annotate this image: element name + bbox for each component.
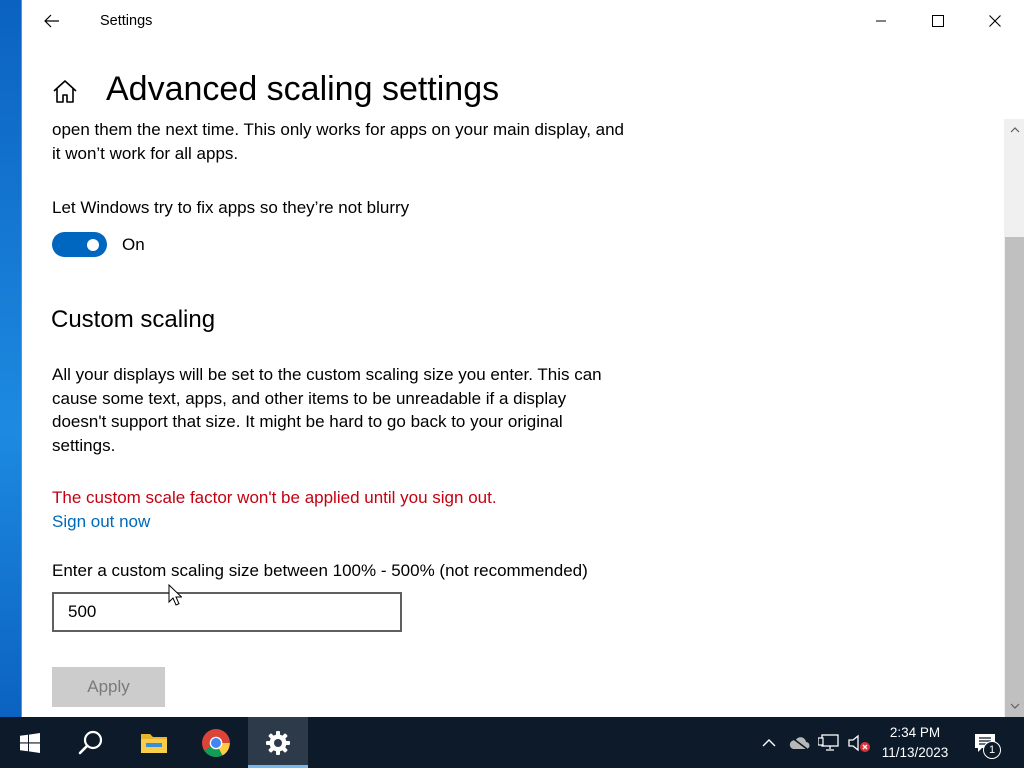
- sign-out-link[interactable]: Sign out now: [52, 512, 150, 532]
- desktop-background: [0, 0, 21, 717]
- maximize-button[interactable]: [915, 0, 961, 42]
- chrome-icon: [202, 728, 230, 757]
- folder-icon: [141, 733, 167, 753]
- chevron-down-icon: [1010, 703, 1019, 709]
- title-bar: Settings: [22, 0, 1024, 42]
- blurry-fix-toggle[interactable]: [52, 232, 107, 257]
- back-button[interactable]: [36, 6, 68, 36]
- taskbar: 2:34 PM 11/13/2023: [0, 717, 1024, 768]
- chevron-up-icon: [1010, 127, 1019, 133]
- start-button[interactable]: [0, 717, 60, 768]
- blurry-fix-label: Let Windows try to fix apps so they’re n…: [52, 198, 410, 217]
- apply-button[interactable]: Apply: [52, 667, 165, 707]
- chevron-up-icon: [762, 738, 776, 746]
- settings-window: Settings Advanced scaling settings open …: [21, 0, 1024, 717]
- show-hidden-icons-button[interactable]: [756, 717, 782, 768]
- custom-scaling-description: All your displays will be set to the cus…: [52, 365, 602, 455]
- sign-out-warning: The custom scale factor won't be applied…: [52, 488, 497, 507]
- home-button[interactable]: [51, 77, 79, 105]
- onedrive-tray-button[interactable]: [785, 717, 813, 768]
- maximize-icon: [932, 15, 944, 27]
- custom-scaling-input-label: Enter a custom scaling size between 100%…: [52, 561, 588, 580]
- minimize-button[interactable]: [858, 0, 904, 42]
- network-icon: [818, 733, 839, 751]
- taskbar-chrome[interactable]: [186, 717, 246, 768]
- windows-logo-icon: [20, 732, 40, 753]
- taskbar-settings[interactable]: [248, 717, 308, 768]
- scroll-down-button[interactable]: [1004, 695, 1024, 717]
- back-arrow-icon: [44, 14, 59, 28]
- volume-tray-button[interactable]: [845, 717, 873, 768]
- clock-time: 2:34 PM: [889, 725, 941, 740]
- window-title: Settings: [100, 13, 153, 29]
- gear-icon: [266, 730, 290, 755]
- taskbar-file-explorer[interactable]: [124, 717, 184, 768]
- close-icon: [989, 15, 1001, 27]
- clock-date: 11/13/2023: [881, 745, 949, 760]
- custom-scaling-input[interactable]: [52, 592, 402, 632]
- minimize-icon: [876, 20, 886, 22]
- blurry-fix-description: open them the next time. This only works…: [52, 120, 624, 163]
- taskbar-clock[interactable]: 2:34 PM 11/13/2023: [872, 723, 958, 763]
- volume-muted-icon: [848, 734, 870, 752]
- home-icon: [53, 80, 77, 103]
- cloud-icon: [789, 735, 810, 750]
- search-button[interactable]: [62, 717, 120, 768]
- custom-scaling-heading: Custom scaling: [51, 306, 216, 333]
- network-tray-button[interactable]: [815, 717, 843, 768]
- toggle-state-label: On: [122, 235, 145, 254]
- close-button[interactable]: [972, 0, 1018, 42]
- vertical-scrollbar[interactable]: [1004, 119, 1024, 717]
- toggle-knob: [87, 238, 99, 251]
- page-title: Advanced scaling settings: [106, 70, 500, 108]
- search-icon: [78, 730, 103, 754]
- mouse-cursor-icon: [168, 584, 182, 606]
- notification-count-badge: 1: [983, 741, 1001, 759]
- scroll-up-button[interactable]: [1004, 119, 1024, 141]
- scrollbar-thumb[interactable]: [1005, 237, 1024, 717]
